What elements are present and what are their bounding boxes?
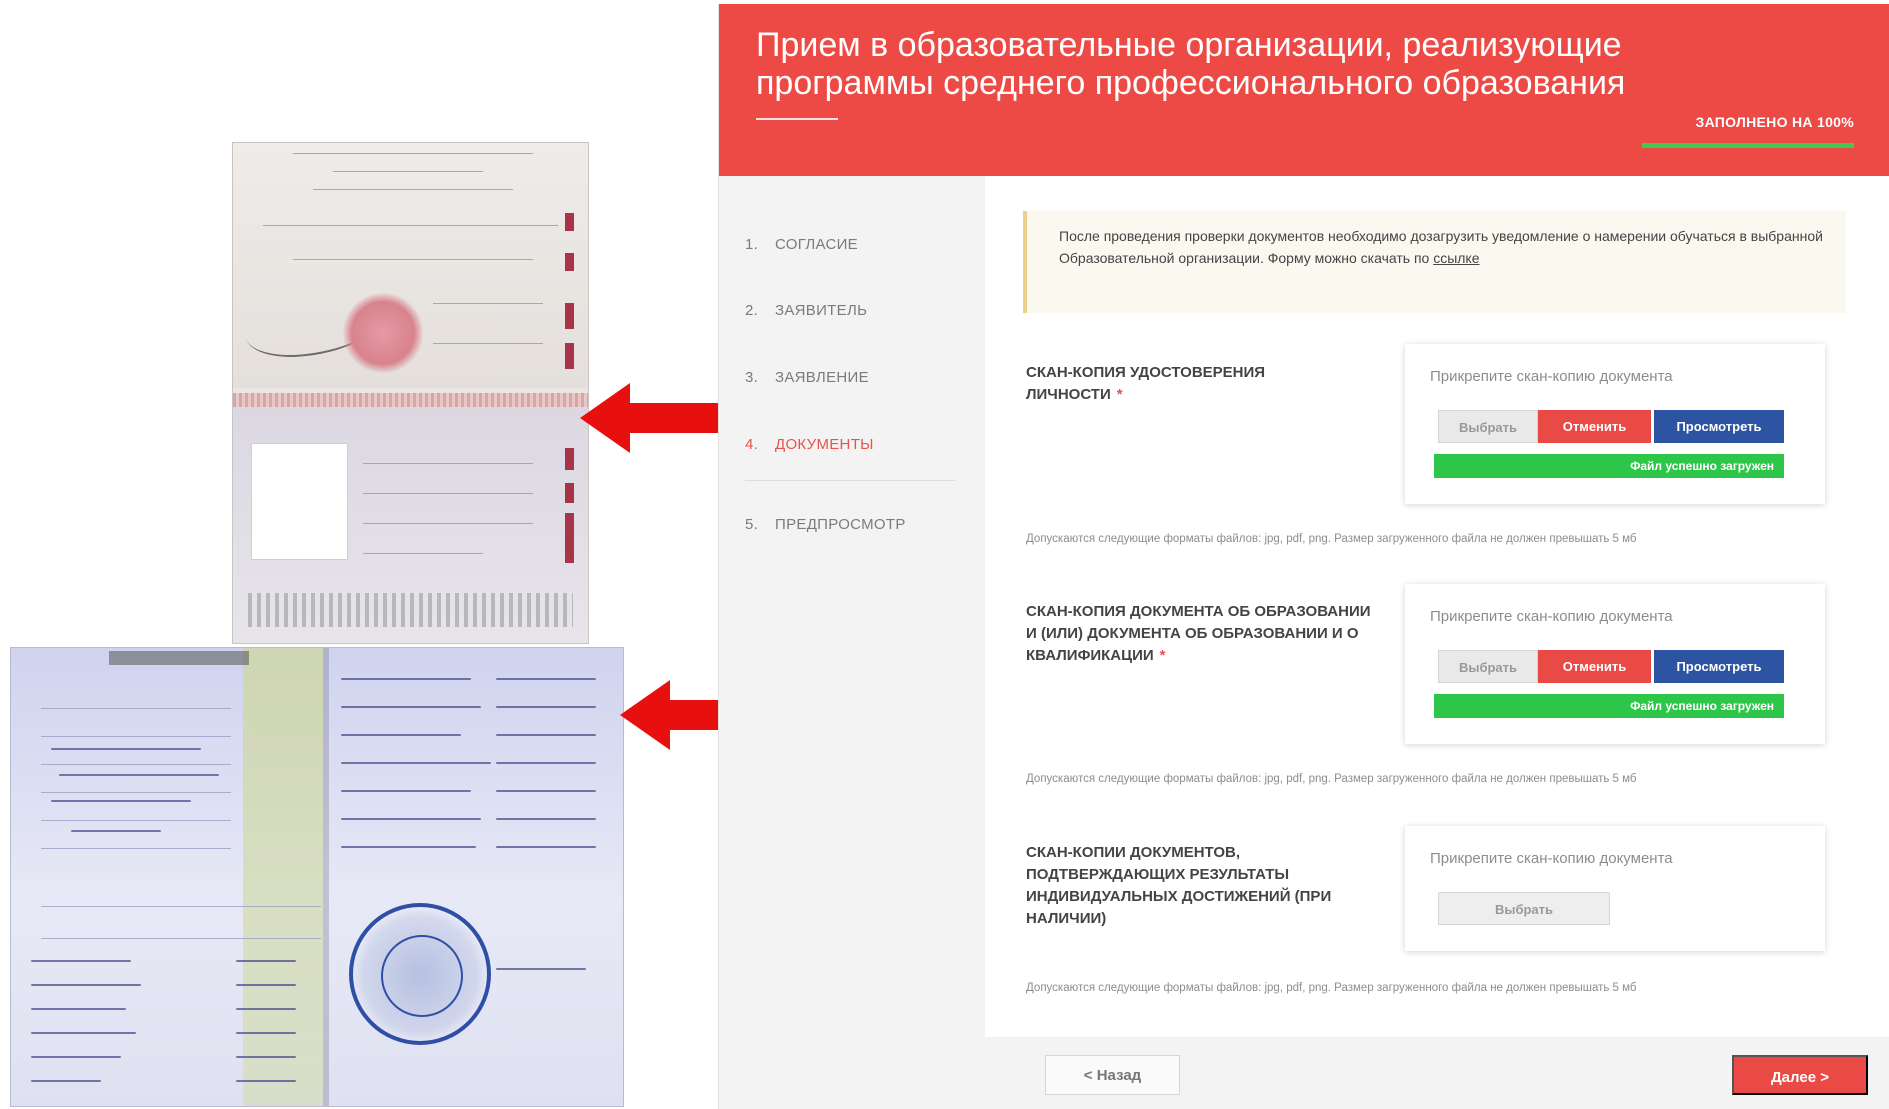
formats-note: Допускаются следующие форматы файлов: jp… [1026,533,1637,545]
step-number: 3. [745,369,759,386]
doc-label-text: Скан-копия документа об образовании и (и… [1026,603,1371,664]
step-application[interactable]: 3. ЗАЯВЛЕНИЕ [745,369,869,386]
upload-card-education: Прикрепите скан-копию документа Выбрать … [1405,584,1825,744]
upload-card-identity: Прикрепите скан-копию документа Выбрать … [1405,344,1825,504]
step-documents[interactable]: 4. ДОКУМЕНТЫ [745,436,874,453]
documents-section: После проведения проверки документов нео… [985,176,1889,1109]
step-label: ПРЕДПРОСМОТР [775,516,906,533]
doc-label-achievements: Скан-копии документов, подтверждающих ре… [1026,842,1371,930]
passport-scan-image [232,142,589,644]
doc-label-text: Скан-копия удостоверения личности [1026,364,1266,403]
step-label: ЗАЯВИТЕЛЬ [775,302,868,319]
step-divider [745,480,955,481]
progress-label: ЗАПОЛНЕНО НА 100% [1695,114,1854,130]
form-footer: < Назад Далее > [985,1037,1889,1109]
upload-card-achievements: Прикрепите скан-копию документа Выбрать [1405,826,1825,951]
view-button[interactable]: Просмотреть [1654,410,1784,443]
steps-sidebar: 1. СОГЛАСИЕ 2. ЗАЯВИТЕЛЬ 3. ЗАЯВЛЕНИЕ 4. ДОК… [719,176,985,1109]
step-preview[interactable]: 5. ПРЕДПРОСМОТР [745,516,906,533]
doc-label-identity: Скан-копия удостоверения личности * [1026,362,1326,406]
upload-hint: Прикрепите скан-копию документа [1430,850,1673,867]
next-button[interactable]: Далее > [1732,1055,1868,1095]
choose-button[interactable]: Выбрать [1438,650,1538,683]
cancel-button[interactable]: Отменить [1538,410,1651,443]
step-applicant[interactable]: 2. ЗАЯВИТЕЛЬ [745,302,867,319]
page-title: Прием в образовательные организации, реа… [756,26,1626,102]
view-button[interactable]: Просмотреть [1654,650,1784,683]
doc-label-text: Скан-копии документов, подтверждающих ре… [1026,844,1332,927]
step-agreement[interactable]: 1. СОГЛАСИЕ [745,236,858,253]
step-number: 4. [745,436,759,453]
back-button[interactable]: < Назад [1045,1055,1180,1095]
title-underline [756,118,838,120]
required-mark: * [1159,647,1166,664]
notice-box: После проведения проверки документов нео… [1023,211,1846,313]
upload-success-badge: Файл успешно загружен [1434,454,1784,478]
formats-note: Допускаются следующие форматы файлов: jp… [1026,773,1637,785]
step-number: 2. [745,302,759,319]
step-label: ЗАЯВЛЕНИЕ [775,369,869,386]
upload-hint: Прикрепите скан-копию документа [1430,608,1673,625]
step-number: 5. [745,516,759,533]
certificate-scan-image [10,647,624,1107]
formats-note: Допускаются следующие форматы файлов: jp… [1026,982,1637,994]
progress-fill [1642,143,1854,148]
upload-hint: Прикрепите скан-копию документа [1430,368,1673,385]
progress-bar [1642,143,1854,148]
choose-button[interactable]: Выбрать [1438,410,1538,443]
step-label: СОГЛАСИЕ [775,236,858,253]
step-label: ДОКУМЕНТЫ [775,436,874,453]
notice-link[interactable]: ссылке [1433,250,1479,266]
upload-success-badge: Файл успешно загружен [1434,694,1784,718]
application-form: Прием в образовательные организации, реа… [718,4,1889,1109]
required-mark: * [1116,386,1123,403]
form-header: Прием в образовательные организации, реа… [719,4,1889,176]
choose-button[interactable]: Выбрать [1438,892,1610,925]
step-number: 1. [745,236,759,253]
cancel-button[interactable]: Отменить [1538,650,1651,683]
doc-label-education: Скан-копия документа об образовании и (и… [1026,601,1371,667]
